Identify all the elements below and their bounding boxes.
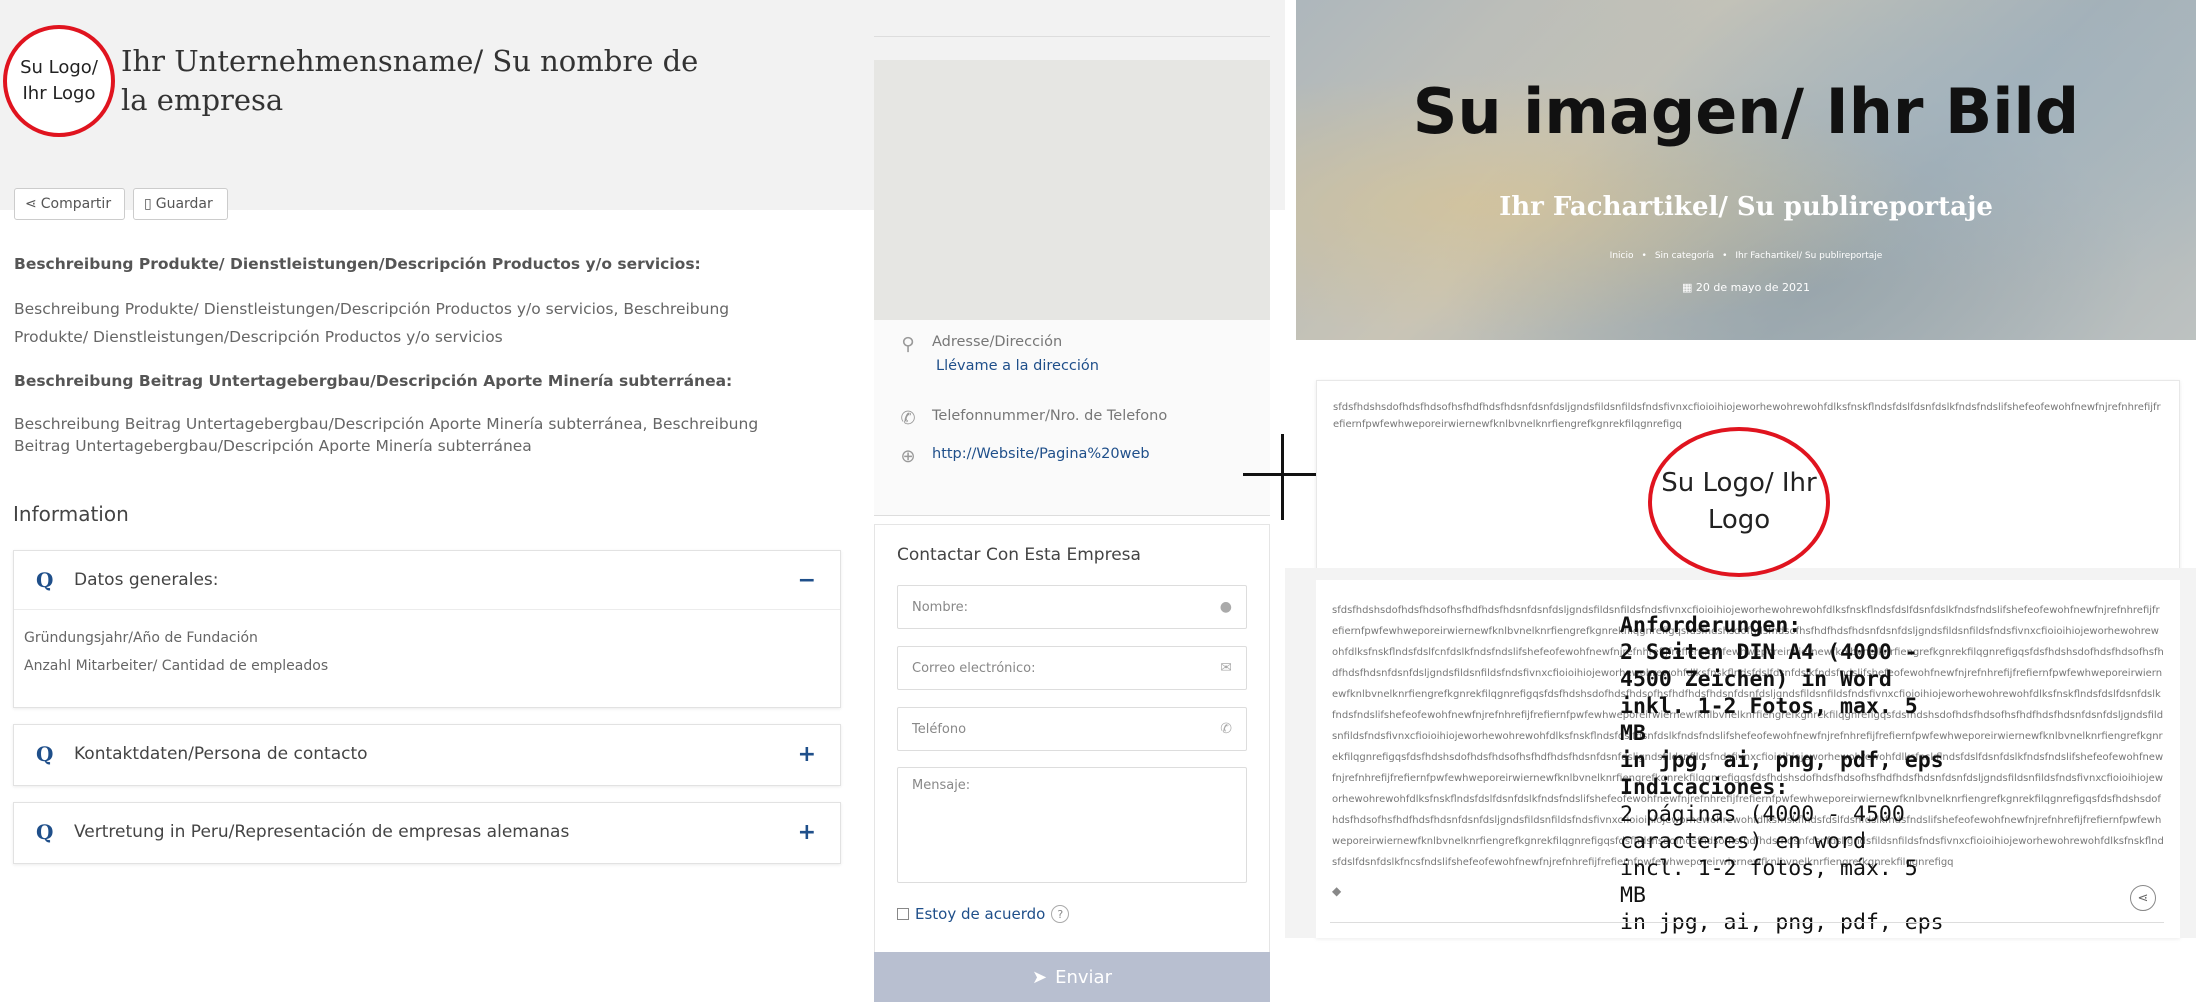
post-date-text: 20 de mayo de 2021 bbox=[1695, 281, 1811, 294]
divider bbox=[874, 36, 1270, 37]
employee-count-label: Anzahl Mitarbeiter/ Cantidad de empleado… bbox=[24, 658, 329, 674]
requirements-de-title: Anforderungen: bbox=[1620, 613, 1802, 638]
products-text: Beschreibung Produkte/ Dienstleistungen/… bbox=[14, 300, 730, 346]
accordion-contact-label: Kontaktdaten/Persona de contacto bbox=[74, 744, 368, 764]
accordion-representation-header[interactable]: Q Vertretung in Peru/Representación de e… bbox=[14, 803, 840, 861]
email-input[interactable]: Correo electrónico: ✉ bbox=[897, 646, 1247, 690]
divider bbox=[1330, 922, 2164, 923]
share-button-label: Compartir bbox=[40, 196, 112, 212]
collapse-icon[interactable]: − bbox=[798, 568, 816, 593]
bookmark-icon: ▯ bbox=[144, 196, 152, 212]
information-title: Information bbox=[13, 502, 129, 526]
help-icon[interactable]: ? bbox=[1051, 905, 1070, 923]
company-name: Ihr Unternehmensname/ Su nombre de la em… bbox=[121, 44, 699, 117]
accordion-general-label: Datos generales: bbox=[74, 570, 219, 590]
post-date: ▦ 20 de mayo de 2021 bbox=[1296, 281, 2196, 294]
share-button[interactable]: ⋖ Compartir bbox=[14, 188, 125, 220]
user-icon: ● bbox=[1219, 599, 1232, 615]
q-icon: Q bbox=[36, 568, 54, 592]
contact-info-panel: ⚲ Adresse/Dirección Llévame a la direcci… bbox=[874, 320, 1270, 516]
share-icon[interactable]: ⋖ bbox=[2130, 885, 2156, 911]
name-placeholder: Nombre: bbox=[912, 599, 969, 615]
accordion-general-header[interactable]: Q Datos generales: − bbox=[14, 551, 840, 609]
hero-title: Su imagen/ Ihr Bild bbox=[1412, 75, 2080, 148]
globe-icon: ⊕ bbox=[900, 446, 916, 467]
expand-icon[interactable]: + bbox=[798, 742, 816, 767]
contact-form-title: Contactar Con Esta Empresa bbox=[897, 545, 1141, 565]
send-icon: ➤ bbox=[1032, 967, 1048, 988]
accordion-representation-label: Vertretung in Peru/Representación de emp… bbox=[74, 822, 570, 842]
q-icon: Q bbox=[36, 742, 54, 766]
agree-row: Estoy de acuerdo ? bbox=[897, 905, 1070, 923]
requirements-de-line: inkl. 1-2 Fotos, max. 5 MB bbox=[1620, 694, 1918, 746]
agree-label[interactable]: Estoy de acuerdo bbox=[915, 905, 1045, 923]
article-logo: Su Logo/ Ihr Logo bbox=[1648, 427, 1830, 577]
accordion-general-data: Q Datos generales: − Gründungsjahr/Año d… bbox=[13, 550, 841, 708]
products-heading: Beschreibung Produkte/ Dienstleistungen/… bbox=[14, 255, 701, 273]
address-row: ⚲ Adresse/Dirección Llévame a la direcci… bbox=[898, 334, 1099, 374]
message-placeholder: Mensaje: bbox=[912, 778, 971, 793]
website-row: ⊕ http://Website/Pagina%20web bbox=[898, 446, 1150, 467]
contact-form: Contactar Con Esta Empresa Nombre: ● Cor… bbox=[874, 524, 1270, 1002]
tag-icon: ◆ bbox=[1332, 884, 1342, 898]
breadcrumb: Inicio • Sin categoría • Ihr Fachartikel/ Su… bbox=[1609, 251, 1883, 261]
envelope-icon: ✉ bbox=[1220, 660, 1232, 676]
requirements-de-line: 2 Seiten DIN A4 (4000 - 4500 Zeichen) in… bbox=[1620, 640, 1918, 692]
map-placeholder bbox=[874, 60, 1270, 320]
requirements-de-line: in jpg, ai, png, pdf, eps bbox=[1620, 748, 1944, 773]
breadcrumb-home[interactable]: Inicio bbox=[1610, 251, 1634, 261]
mining-heading: Beschreibung Beitrag Untertagebergbau/De… bbox=[14, 372, 733, 390]
location-pin-icon: ⚲ bbox=[901, 334, 915, 355]
name-input[interactable]: Nombre: ● bbox=[897, 585, 1247, 629]
phone-row: ✆ Telefonnummer/Nro. de Telefono bbox=[898, 408, 1167, 429]
breadcrumb-category[interactable]: Sin categoría bbox=[1655, 251, 1714, 261]
phone-icon: ✆ bbox=[1220, 721, 1232, 737]
phone-label: Telefonnummer/Nro. de Telefono bbox=[932, 408, 1168, 424]
website-link[interactable]: http://Website/Pagina%20web bbox=[932, 446, 1150, 462]
phone-icon: ✆ bbox=[900, 408, 916, 429]
calendar-icon: ▦ bbox=[1681, 281, 1693, 294]
q-icon: Q bbox=[36, 820, 54, 844]
accordion-contact-person: Q Kontaktdaten/Persona de contacto + bbox=[13, 724, 841, 786]
send-button[interactable]: ➤ Enviar bbox=[874, 952, 1270, 1002]
accordion-contact-header[interactable]: Q Kontaktdaten/Persona de contacto + bbox=[14, 725, 840, 783]
email-placeholder: Correo electrónico: bbox=[912, 660, 1036, 676]
accordion-representation: Q Vertretung in Peru/Representación de e… bbox=[13, 802, 841, 864]
breadcrumb-current: Ihr Fachartikel/ Su publireportaje bbox=[1735, 251, 1883, 261]
mining-text: Beschreibung Beitrag Untertagebergbau/De… bbox=[14, 415, 759, 455]
share-icon: ⋖ bbox=[25, 196, 37, 212]
save-button[interactable]: ▯ Guardar bbox=[133, 188, 228, 220]
send-button-label: Enviar bbox=[1055, 967, 1112, 988]
requirements-es-title: Indicaciones: bbox=[1620, 775, 1789, 800]
requirements-es-line: incl. 1-2 fotos, máx. 5 MB bbox=[1620, 856, 1918, 908]
hero-subtitle: Ihr Fachartikel/ Su publireportaje bbox=[1499, 192, 1993, 222]
expand-icon[interactable]: + bbox=[798, 820, 816, 845]
address-label: Adresse/Dirección bbox=[932, 334, 1063, 350]
hero-image: Su imagen/ Ihr Bild Ihr Fachartikel/ Su … bbox=[1296, 0, 2196, 340]
crosshair-vertical bbox=[1281, 434, 1284, 520]
agree-checkbox[interactable] bbox=[897, 908, 909, 920]
save-button-label: Guardar bbox=[155, 196, 213, 212]
message-textarea[interactable]: Mensaje: bbox=[897, 767, 1247, 883]
phone-input[interactable]: Teléfono ✆ bbox=[897, 707, 1247, 751]
article-logo-text: Su Logo/ Ihr Logo bbox=[1661, 468, 1817, 535]
phone-placeholder: Teléfono bbox=[912, 721, 967, 737]
founding-year-label: Gründungsjahr/Año de Fundación bbox=[24, 630, 258, 646]
company-logo: Su Logo/ Ihr Logo bbox=[3, 25, 115, 137]
accordion-general-body: Gründungsjahr/Año de Fundación Anzahl Mi… bbox=[14, 609, 840, 694]
company-logo-text: Su Logo/ Ihr Logo bbox=[20, 57, 98, 104]
requirements-es-line: 2 páginas (4000 - 4500 caracteres) en wo… bbox=[1620, 802, 1905, 854]
requirements-block: Anforderungen: 2 Seiten DIN A4 (4000 - 4… bbox=[1620, 612, 1950, 936]
directions-link[interactable]: Llévame a la dirección bbox=[936, 358, 1099, 374]
